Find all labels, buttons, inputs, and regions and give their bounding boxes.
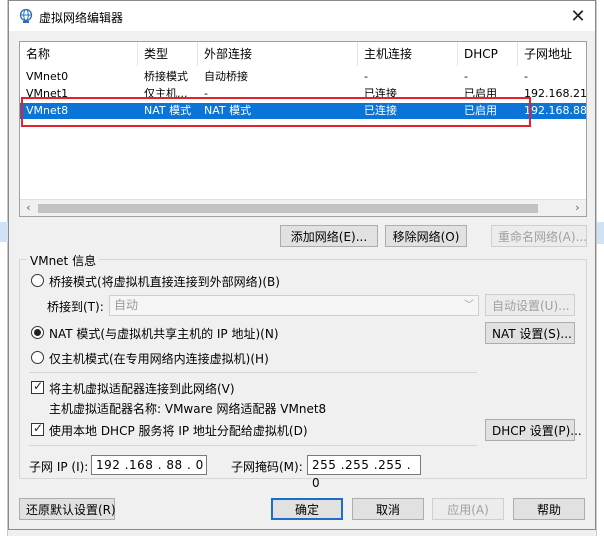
dhcp-label[interactable]: 使用本地 DHCP 服务将 IP 地址分配给虚拟机(D)	[49, 422, 308, 439]
bridged-to-label: 桥接到(T):	[47, 300, 104, 314]
column-header-external[interactable]: 外部连接	[198, 42, 358, 66]
restore-defaults-button[interactable]: 还原默认设置(R)	[19, 498, 116, 520]
connect-adapter-label[interactable]: 将主机虚拟适配器连接到此网络(V)	[49, 380, 235, 397]
cell-dhcp: 已启用	[464, 104, 497, 117]
title-bar: 虚拟网络编辑器 ✕	[9, 1, 595, 31]
network-list[interactable]: 名称 类型 外部连接 主机连接 DHCP 子网地址 VMnet0 桥接模式 自动…	[19, 41, 587, 217]
cell-subnet: -	[524, 70, 528, 83]
ok-button[interactable]: 确定	[271, 498, 343, 520]
nat-settings-button[interactable]: NAT 设置(S)...	[485, 322, 575, 344]
separator	[29, 372, 477, 373]
auto-settings-button[interactable]: 自动设置(U)...	[485, 294, 575, 316]
cell-type: 仅主机...	[144, 87, 188, 100]
rename-network-button[interactable]: 重命名网络(A)...	[491, 225, 587, 247]
vmnet-info-title: VMnet 信息	[27, 252, 100, 269]
subnet-ip-input[interactable]: 192 .168 . 88 . 0	[91, 455, 207, 475]
connect-adapter-checkbox[interactable]	[31, 379, 44, 394]
cell-subnet: 192.168.213	[524, 87, 587, 100]
cell-host: 已连接	[364, 104, 397, 117]
background-highlight-right	[597, 222, 604, 244]
scroll-right-icon[interactable]: ›	[569, 200, 586, 216]
chevron-down-icon: ﹀	[464, 300, 474, 311]
column-header-name[interactable]: 名称	[20, 42, 138, 66]
nat-mode-label[interactable]: NAT 模式(与虚拟机共享主机的 IP 地址)(N)	[49, 325, 279, 342]
virtual-network-editor-dialog: 虚拟网络编辑器 ✕ 名称 类型 外部连接 主机连接 DHCP 子网地址 VMne…	[8, 0, 596, 530]
scrollbar-thumb[interactable]	[38, 204, 538, 213]
host-only-label[interactable]: 仅主机模式(在专用网络内连接虚拟机)(H)	[49, 350, 269, 367]
list-header: 名称 类型 外部连接 主机连接 DHCP 子网地址	[20, 42, 586, 66]
cell-name: VMnet0	[26, 70, 69, 83]
dhcp-checkbox[interactable]	[31, 421, 44, 436]
cell-host: -	[364, 70, 368, 83]
column-header-type[interactable]: 类型	[138, 42, 198, 66]
cell-subnet: 192.168.88.0	[524, 104, 587, 117]
list-row-vmnet0[interactable]: VMnet0 桥接模式 自动桥接 - - -	[20, 69, 586, 85]
scroll-left-icon[interactable]: ‹	[20, 200, 37, 216]
cell-name: VMnet8	[26, 104, 69, 117]
cell-dhcp: 已启用	[464, 87, 497, 100]
adapter-name-label: 主机虚拟适配器名称: VMware 网络适配器 VMnet8	[49, 402, 327, 416]
cell-host: 已连接	[364, 87, 397, 100]
column-header-subnet[interactable]: 子网地址	[518, 42, 586, 66]
close-button[interactable]: ✕	[561, 1, 595, 31]
apply-button[interactable]: 应用(A)	[432, 498, 504, 520]
column-header-dhcp[interactable]: DHCP	[458, 42, 518, 66]
background-highlight-left	[0, 222, 8, 242]
cell-external: 自动桥接	[204, 70, 248, 83]
subnet-mask-label: 子网掩码(M):	[231, 460, 303, 474]
bridged-to-value: 自动	[114, 298, 139, 312]
host-only-radio[interactable]	[31, 351, 44, 364]
bridged-mode-radio[interactable]	[31, 274, 44, 287]
separator	[29, 445, 477, 446]
cell-name: VMnet1	[26, 87, 69, 100]
cell-type: 桥接模式	[144, 70, 188, 83]
list-row-vmnet8[interactable]: VMnet8 NAT 模式 NAT 模式 已连接 已启用 192.168.88.…	[20, 103, 586, 119]
vmnet-info-group	[19, 259, 587, 479]
dhcp-settings-button[interactable]: DHCP 设置(P)...	[485, 419, 582, 441]
nat-mode-radio[interactable]	[31, 326, 44, 339]
horizontal-scrollbar[interactable]: ‹ ›	[20, 199, 586, 216]
column-header-host[interactable]: 主机连接	[358, 42, 458, 66]
remove-network-button[interactable]: 移除网络(O)	[385, 225, 467, 247]
subnet-ip-label: 子网 IP (I):	[29, 460, 89, 474]
bridged-to-select[interactable]: 自动 ﹀	[109, 295, 479, 316]
help-button[interactable]: 帮助	[513, 498, 585, 520]
list-row-vmnet1[interactable]: VMnet1 仅主机... - 已连接 已启用 192.168.213	[20, 86, 586, 102]
background-window-left	[0, 0, 8, 536]
cell-dhcp: -	[464, 70, 468, 83]
bridged-mode-label[interactable]: 桥接模式(将虚拟机直接连接到外部网络)(B)	[49, 273, 280, 290]
cell-external: NAT 模式	[204, 104, 252, 117]
network-globe-icon	[19, 8, 33, 23]
dialog-title: 虚拟网络编辑器	[39, 11, 124, 25]
subnet-mask-input[interactable]: 255 .255 .255 . 0	[307, 455, 421, 490]
cell-type: NAT 模式	[144, 104, 192, 117]
add-network-button[interactable]: 添加网络(E)...	[280, 225, 378, 247]
cancel-button[interactable]: 取消	[352, 498, 424, 520]
background-window-right	[596, 0, 604, 536]
cell-external: -	[204, 87, 208, 100]
close-icon: ✕	[570, 5, 586, 27]
